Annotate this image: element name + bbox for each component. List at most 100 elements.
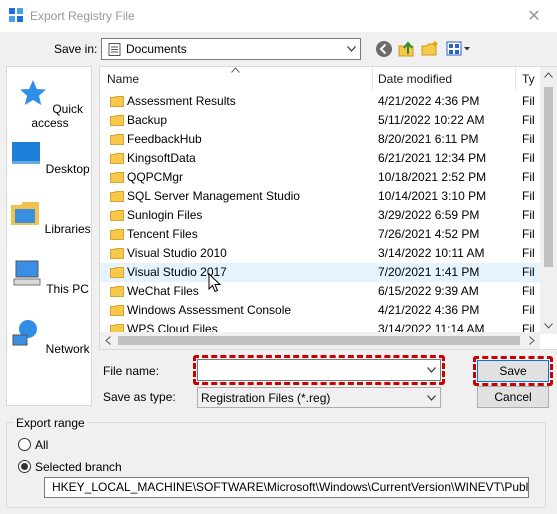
file-date-cell: 4/21/2022 4:36 PM: [378, 94, 480, 108]
file-row[interactable]: FeedbackHub 8/20/2021 6:11 PM Fil: [100, 130, 540, 149]
file-type-cell: Fil: [522, 94, 535, 108]
file-name-cell: SQL Server Management Studio: [127, 189, 300, 203]
file-name-cell: QQPCMgr: [127, 170, 184, 184]
file-name-cell: Tencent Files: [127, 227, 198, 241]
place-label: Libraries: [44, 222, 91, 236]
place-desktop[interactable]: Desktop: [7, 137, 93, 176]
up-folder-icon[interactable]: [398, 40, 416, 58]
file-date-cell: 4/21/2022 4:36 PM: [378, 303, 480, 317]
file-type-cell: Fil: [522, 227, 535, 241]
mouse-cursor-icon: [208, 273, 222, 293]
file-row[interactable]: Visual Studio 2010 3/14/2022 10:11 AM Fil: [100, 244, 540, 263]
back-icon[interactable]: [375, 40, 393, 58]
file-name-cell: Assessment Results: [127, 94, 236, 108]
place-label: This PC: [46, 282, 89, 296]
file-type-cell: Fil: [522, 151, 535, 165]
file-type-cell: Fil: [522, 265, 535, 279]
sort-ascending-icon: [231, 67, 240, 73]
place-libraries[interactable]: Libraries: [7, 197, 93, 236]
place-network[interactable]: Network: [7, 317, 93, 356]
file-date-cell: 7/20/2021 1:41 PM: [378, 265, 480, 279]
view-menu-icon[interactable]: [446, 40, 472, 58]
vertical-scrollbar[interactable]: [540, 67, 557, 334]
file-row[interactable]: Visual Studio 2017 7/20/2021 1:41 PM Fil: [100, 263, 540, 282]
horizontal-scrollbar[interactable]: [100, 332, 540, 349]
place-label: Network: [45, 342, 90, 356]
radio-selected-branch[interactable]: [18, 460, 31, 473]
folder-icon: [110, 115, 124, 126]
file-row[interactable]: Sunlogin Files 3/29/2022 6:59 PM Fil: [100, 206, 540, 225]
cancel-button[interactable]: Cancel: [477, 386, 549, 408]
file-date-cell: 6/21/2021 12:34 PM: [378, 151, 487, 165]
column-header-type[interactable]: Ty: [522, 67, 535, 91]
column-header-date[interactable]: Date modified: [378, 67, 452, 91]
file-date-cell: 3/29/2022 6:59 PM: [378, 208, 480, 222]
column-header-name[interactable]: Name: [107, 67, 139, 91]
radio-selected-dot: [21, 463, 28, 470]
save-button-highlight: [473, 356, 553, 386]
column-divider[interactable]: [372, 67, 373, 91]
file-row[interactable]: Backup 5/11/2022 10:22 AM Fil: [100, 111, 540, 130]
file-row[interactable]: KingsoftData 6/21/2021 12:34 PM Fil: [100, 149, 540, 168]
radio-all-label[interactable]: All: [35, 438, 48, 452]
title-bar: Export Registry File ✕: [0, 0, 557, 32]
save-in-value: Documents: [126, 42, 187, 56]
file-row[interactable]: Windows Assessment Console 4/21/2022 4:36…: [100, 301, 540, 320]
export-range-label: Export range: [14, 416, 87, 430]
scroll-right-icon[interactable]: [529, 336, 535, 345]
save-in-label: Save in:: [54, 42, 98, 56]
file-name-cell: WeChat Files: [127, 284, 199, 298]
place-label: Desktop: [45, 162, 90, 176]
folder-icon: [110, 248, 124, 259]
place-quick-access[interactable]: Quick access: [7, 77, 93, 130]
new-folder-icon[interactable]: [421, 40, 439, 58]
folder-icon: [110, 210, 124, 221]
close-icon: ✕: [527, 8, 541, 25]
file-row[interactable]: WeChat Files 6/15/2022 9:39 AM Fil: [100, 282, 540, 301]
save-as-type-dropdown[interactable]: Registration Files (*.reg): [197, 387, 441, 408]
export-registry-dialog: Export Registry File ✕ Save in: Document…: [0, 0, 557, 514]
file-row[interactable]: Assessment Results 4/21/2022 4:36 PM Fil: [100, 92, 540, 111]
scroll-left-icon[interactable]: [105, 336, 111, 345]
save-in-dropdown[interactable]: Documents: [101, 38, 361, 60]
network-icon: [12, 320, 38, 346]
branch-path-value: HKEY_LOCAL_MACHINE\SOFTWARE\Microsoft\Wi…: [52, 480, 529, 494]
file-row[interactable]: SQL Server Management Studio 10/14/2021 3…: [100, 187, 540, 206]
file-name-cell: FeedbackHub: [127, 132, 202, 146]
file-name-cell: KingsoftData: [127, 151, 196, 165]
folder-icon: [110, 134, 124, 145]
quick-access-star-icon: [19, 80, 46, 105]
documents-icon: [108, 43, 121, 56]
file-row[interactable]: QQPCMgr 10/18/2021 2:52 PM Fil: [100, 168, 540, 187]
chevron-down-icon: [347, 46, 356, 52]
file-date-cell: 10/14/2021 3:10 PM: [378, 189, 487, 203]
desktop-icon: [12, 142, 41, 164]
file-type-cell: Fil: [522, 303, 535, 317]
folder-icon: [110, 96, 124, 107]
horizontal-scroll-thumb[interactable]: [118, 336, 520, 345]
file-name-cell: Visual Studio 2010: [127, 246, 227, 260]
column-divider[interactable]: [515, 67, 516, 91]
file-name-cell: Sunlogin Files: [127, 208, 203, 222]
save-as-type-value: Registration Files (*.reg): [201, 391, 331, 405]
folder-icon: [110, 229, 124, 240]
file-type-cell: Fil: [522, 113, 535, 127]
folder-icon: [110, 267, 124, 278]
file-date-cell: 8/20/2021 6:11 PM: [378, 132, 479, 146]
vertical-scroll-thumb[interactable]: [544, 87, 553, 267]
file-date-cell: 6/15/2022 9:39 AM: [378, 284, 479, 298]
file-row[interactable]: Tencent Files 7/26/2021 4:52 PM Fil: [100, 225, 540, 244]
branch-path-input[interactable]: HKEY_LOCAL_MACHINE\SOFTWARE\Microsoft\Wi…: [44, 477, 529, 498]
file-name-highlight: [193, 355, 445, 385]
file-list[interactable]: Name Date modified Ty Assessment Results…: [99, 66, 557, 350]
close-button[interactable]: ✕: [511, 0, 557, 32]
file-type-cell: Fil: [522, 208, 535, 222]
scroll-up-icon[interactable]: [544, 72, 553, 78]
radio-all[interactable]: [18, 438, 31, 451]
place-this-pc[interactable]: This PC: [7, 257, 93, 296]
file-name-cell: Backup: [127, 113, 168, 127]
file-name-cell: Windows Assessment Console: [127, 303, 292, 317]
scroll-down-icon[interactable]: [544, 323, 553, 329]
radio-selected-branch-label[interactable]: Selected branch: [35, 460, 122, 474]
folder-icon: [110, 305, 124, 316]
